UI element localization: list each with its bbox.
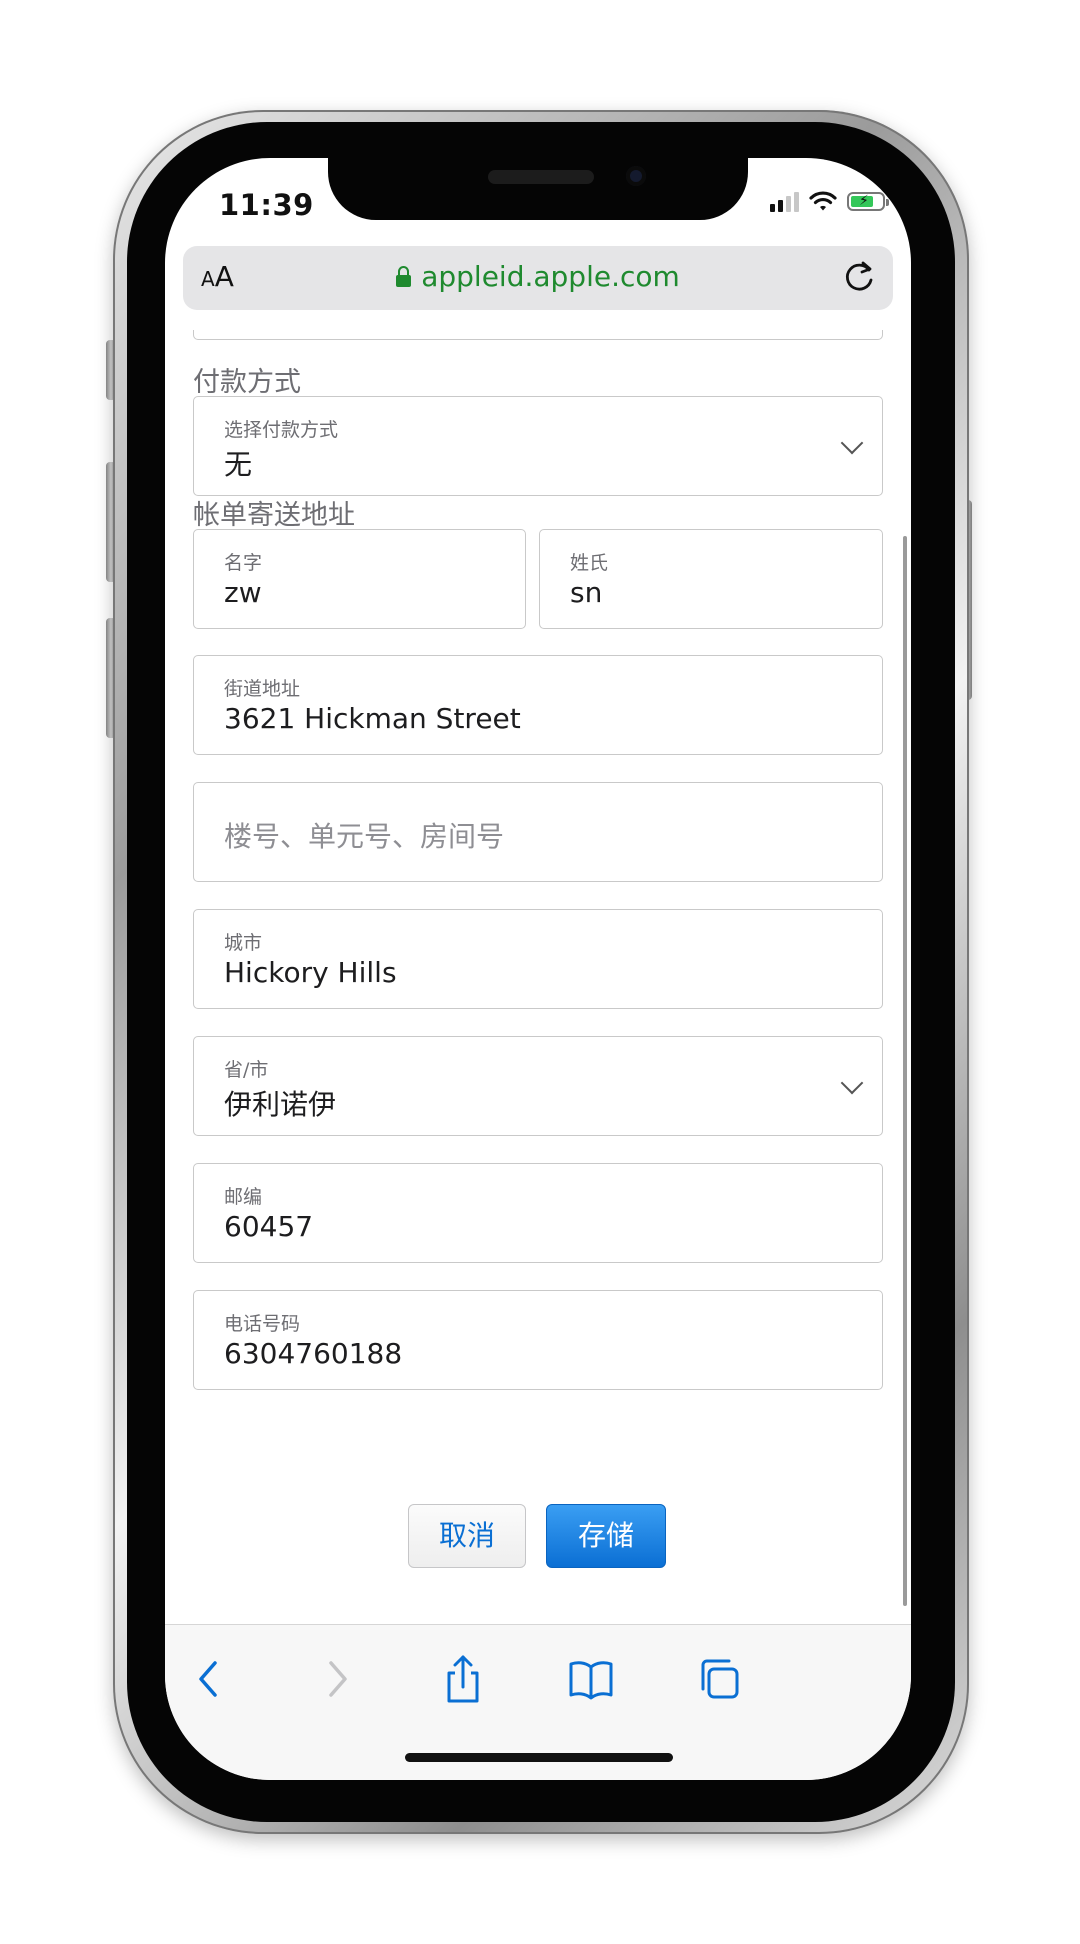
payment-method-value: 无 — [224, 448, 253, 481]
previous-field-bottom[interactable] — [193, 330, 883, 340]
first-name-field[interactable]: 名字 zw — [193, 529, 526, 629]
payment-method-select[interactable]: 选择付款方式 无 — [193, 396, 883, 496]
forward-icon — [329, 1661, 347, 1697]
payment-section-title: 付款方式 — [193, 367, 301, 398]
city-field[interactable]: 城市 Hickory Hills — [193, 909, 883, 1009]
home-indicator[interactable] — [405, 1753, 673, 1762]
bookmarks-icon[interactable] — [561, 1649, 621, 1709]
zip-value: 60457 — [224, 1210, 314, 1243]
tabs-icon[interactable] — [689, 1649, 749, 1709]
scrollbar[interactable] — [903, 536, 907, 1606]
status-icons: ⚡ — [770, 190, 889, 212]
street-address-value: 3621 Hickman Street — [224, 702, 521, 735]
phone-label: 电话号码 — [224, 1313, 301, 1335]
first-name-value: zw — [224, 576, 262, 609]
payment-method-label: 选择付款方式 — [224, 419, 339, 441]
status-time: 11:39 — [219, 188, 314, 222]
back-icon[interactable] — [179, 1649, 239, 1709]
zip-field[interactable]: 邮编 60457 — [193, 1163, 883, 1263]
wifi-icon — [809, 191, 837, 211]
front-camera — [626, 166, 646, 186]
street-address-label: 街道地址 — [224, 678, 301, 700]
chevron-down-icon — [840, 1071, 864, 1095]
battery-icon: ⚡ — [847, 191, 889, 211]
cellular-signal-icon — [770, 190, 799, 212]
cancel-button[interactable]: 取消 — [408, 1504, 526, 1568]
unit-field[interactable]: 楼号、单元号、房间号 — [193, 782, 883, 882]
share-icon[interactable] — [433, 1649, 493, 1709]
chevron-down-icon — [840, 431, 864, 455]
zip-label: 邮编 — [224, 1186, 263, 1208]
last-name-value: sn — [570, 576, 603, 609]
last-name-label: 姓氏 — [570, 552, 609, 574]
save-button[interactable]: 存储 — [546, 1504, 666, 1568]
lock-icon — [396, 266, 412, 287]
page-content: 付款方式 选择付款方式 无 帐单寄送地址 名字 zw 姓氏 sn 街道地址 36… — [165, 330, 911, 1468]
state-label: 省/市 — [224, 1059, 269, 1081]
address-bar[interactable]: AA appleid.apple.com — [183, 246, 893, 310]
notch — [328, 158, 748, 220]
url-domain: appleid.apple.com — [421, 260, 680, 293]
city-value: Hickory Hills — [224, 956, 397, 989]
state-select[interactable]: 省/市 伊利诺伊 — [193, 1036, 883, 1136]
street-address-field[interactable]: 街道地址 3621 Hickman Street — [193, 655, 883, 755]
phone-screen: 11:39 ⚡ AA appleid.apple.com 付款方式 选择付款方式 — [165, 158, 911, 1780]
billing-section-title: 帐单寄送地址 — [193, 500, 355, 531]
city-label: 城市 — [224, 932, 263, 954]
url-display[interactable]: appleid.apple.com — [183, 260, 893, 293]
speaker-grille — [488, 170, 594, 184]
unit-placeholder: 楼号、单元号、房间号 — [224, 820, 505, 853]
state-value: 伊利诺伊 — [224, 1088, 337, 1121]
phone-field[interactable]: 电话号码 6304760188 — [193, 1290, 883, 1390]
last-name-field[interactable]: 姓氏 sn — [539, 529, 883, 629]
first-name-label: 名字 — [224, 552, 263, 574]
reload-icon[interactable] — [841, 256, 877, 296]
phone-value: 6304760188 — [224, 1337, 403, 1370]
